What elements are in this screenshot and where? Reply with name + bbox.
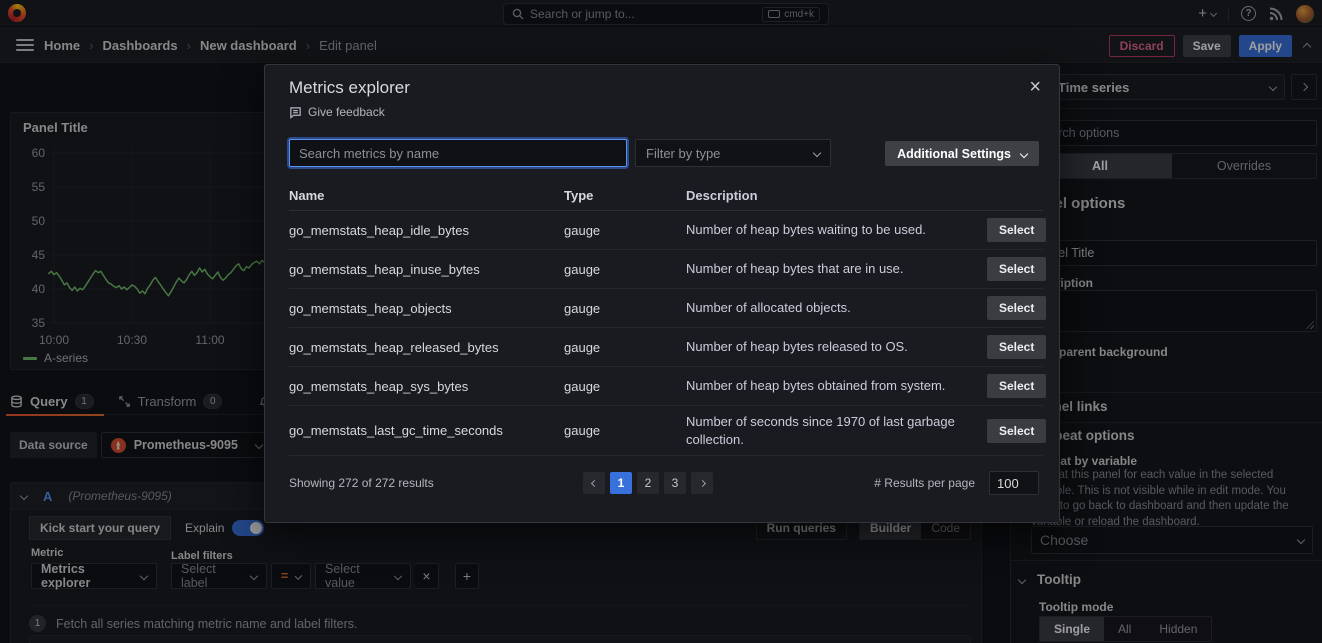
next-page-button[interactable] xyxy=(691,472,713,494)
page-button-3[interactable]: 3 xyxy=(664,472,686,494)
select-metric-button[interactable]: Select xyxy=(987,335,1046,359)
metrics-table-header: Name Type Description xyxy=(289,181,1043,211)
modal-title: Metrics explorer xyxy=(289,78,410,98)
comment-icon xyxy=(289,106,302,119)
select-metric-button[interactable]: Select xyxy=(987,296,1046,320)
table-row: go_memstats_last_gc_time_secondsgaugeNum… xyxy=(289,406,1043,456)
metrics-explorer-modal: Metrics explorer × Give feedback Filter … xyxy=(264,64,1060,523)
page-button-1[interactable]: 1 xyxy=(610,472,632,494)
prev-page-button[interactable] xyxy=(583,472,605,494)
select-metric-button[interactable]: Select xyxy=(987,257,1046,281)
give-feedback-link[interactable]: Give feedback xyxy=(289,105,385,119)
metric-description-cell: Number of seconds since 1970 of last gar… xyxy=(686,413,987,448)
metric-type-cell: gauge xyxy=(564,340,686,355)
metric-description-cell: Number of heap bytes obtained from syste… xyxy=(686,377,987,395)
table-row: go_memstats_heap_objectsgaugeNumber of a… xyxy=(289,289,1043,328)
metrics-search-input[interactable] xyxy=(299,146,617,161)
select-metric-button[interactable]: Select xyxy=(987,218,1046,242)
metric-name-cell: go_memstats_last_gc_time_seconds xyxy=(289,423,564,438)
metric-type-cell: gauge xyxy=(564,423,686,438)
select-metric-button[interactable]: Select xyxy=(987,419,1046,443)
table-row: go_memstats_heap_inuse_bytesgaugeNumber … xyxy=(289,250,1043,289)
metric-name-cell: go_memstats_heap_sys_bytes xyxy=(289,379,564,394)
metric-type-cell: gauge xyxy=(564,301,686,316)
metric-name-cell: go_memstats_heap_inuse_bytes xyxy=(289,262,564,277)
additional-settings-button[interactable]: Additional Settings xyxy=(885,141,1039,166)
table-row: go_memstats_heap_sys_bytesgaugeNumber of… xyxy=(289,367,1043,406)
metric-name-cell: go_memstats_heap_idle_bytes xyxy=(289,223,564,238)
metrics-table-body: go_memstats_heap_idle_bytesgaugeNumber o… xyxy=(289,211,1043,456)
metric-type-cell: gauge xyxy=(564,262,686,277)
select-metric-button[interactable]: Select xyxy=(987,374,1046,398)
pagination: 123 xyxy=(583,472,713,494)
results-summary: Showing 272 of 272 results xyxy=(289,476,434,490)
results-per-page-input[interactable] xyxy=(989,471,1039,495)
metric-type-cell: gauge xyxy=(564,223,686,238)
close-icon[interactable]: × xyxy=(1029,77,1041,97)
metric-description-cell: Number of heap bytes that are in use. xyxy=(686,260,987,278)
results-per-page-label: # Results per page xyxy=(874,476,975,490)
table-row: go_memstats_heap_released_bytesgaugeNumb… xyxy=(289,328,1043,367)
metric-name-cell: go_memstats_heap_objects xyxy=(289,301,564,316)
metrics-table: Name Type Description go_memstats_heap_i… xyxy=(289,181,1043,456)
metric-name-cell: go_memstats_heap_released_bytes xyxy=(289,340,564,355)
metric-description-cell: Number of heap bytes waiting to be used. xyxy=(686,221,987,239)
metric-description-cell: Number of allocated objects. xyxy=(686,299,987,317)
filter-by-type-select[interactable]: Filter by type xyxy=(635,139,831,167)
metric-type-cell: gauge xyxy=(564,379,686,394)
metric-description-cell: Number of heap bytes released to OS. xyxy=(686,338,987,356)
table-row: go_memstats_heap_idle_bytesgaugeNumber o… xyxy=(289,211,1043,250)
metrics-search-field[interactable] xyxy=(289,139,627,167)
page-button-2[interactable]: 2 xyxy=(637,472,659,494)
